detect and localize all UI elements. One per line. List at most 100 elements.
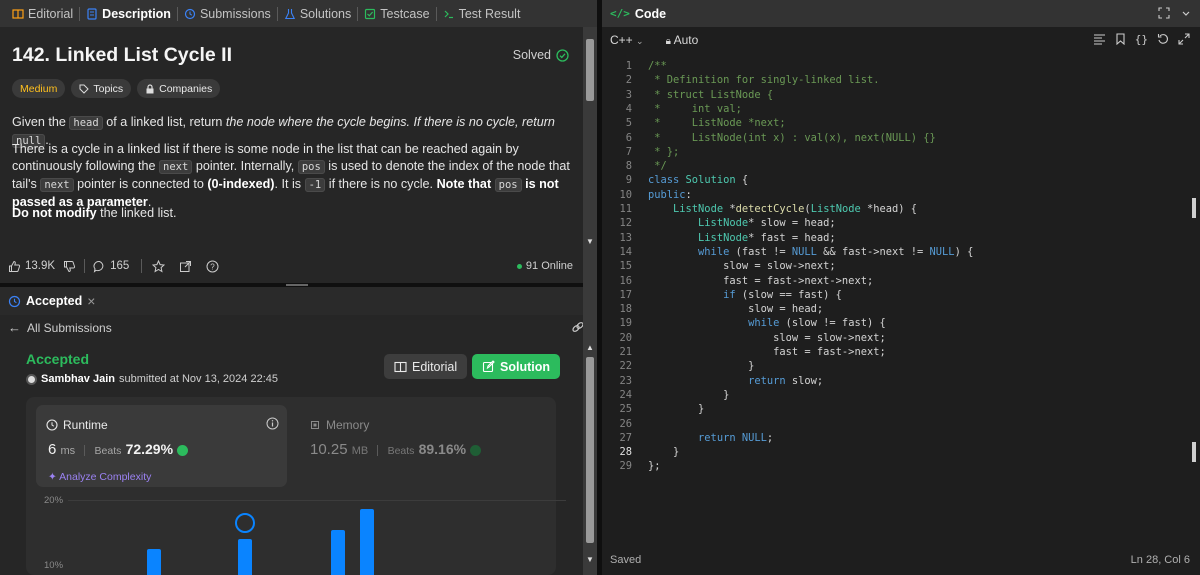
auto-mode[interactable]: 🔒︎ Auto xyxy=(666,33,699,47)
chip-icon xyxy=(311,421,319,429)
fullscreen-icon[interactable] xyxy=(1158,7,1170,19)
format-icon[interactable] xyxy=(1093,33,1106,45)
code-line[interactable]: 23 return slow; xyxy=(602,375,1200,389)
tab-editorial[interactable]: Editorial xyxy=(6,0,79,27)
editorial-button[interactable]: Editorial xyxy=(384,354,468,379)
code-line[interactable]: 8 */ xyxy=(602,160,1200,174)
code-line[interactable]: 12 ListNode* slow = head; xyxy=(602,217,1200,231)
distribution-bar[interactable] xyxy=(331,530,345,575)
tab-solutions[interactable]: Solutions xyxy=(278,0,357,27)
like-button[interactable]: 13.9K xyxy=(8,260,55,273)
topics-chip[interactable]: Topics xyxy=(71,79,132,98)
tab-test-result[interactable]: Test Result xyxy=(437,0,527,27)
axis-label-20: 20% xyxy=(44,495,64,506)
accepted-tab-label[interactable]: Accepted xyxy=(26,294,82,308)
code-line[interactable]: 28 } xyxy=(602,446,1200,460)
dislike-button[interactable] xyxy=(63,260,76,273)
scrollbar-thumb[interactable] xyxy=(586,39,594,101)
code-line[interactable]: 5 * ListNode *next; xyxy=(602,117,1200,131)
bold-text: (0-indexed) xyxy=(207,177,275,191)
mode-label: Auto xyxy=(673,33,699,47)
language-select[interactable]: C++ ⌄ xyxy=(610,33,644,47)
scroll-down-arrow[interactable]: ▼ xyxy=(586,237,594,246)
divider-grip[interactable] xyxy=(286,284,308,286)
line-number: 29 xyxy=(619,460,632,473)
code-line[interactable]: 24 } xyxy=(602,389,1200,403)
code-line[interactable]: 17 if (slow == fast) { xyxy=(602,289,1200,303)
code-line[interactable]: 18 slow = head; xyxy=(602,303,1200,317)
code-line[interactable]: 20 slow = slow->next; xyxy=(602,332,1200,346)
bold-text: Do not modify xyxy=(12,206,97,220)
reset-icon[interactable] xyxy=(1157,33,1169,45)
help-icon[interactable]: ? xyxy=(206,260,219,273)
code-line[interactable]: 1 /** xyxy=(602,60,1200,74)
close-icon[interactable]: × xyxy=(87,293,95,309)
distribution-bar[interactable] xyxy=(360,509,374,575)
code-line[interactable]: 9 class Solution { xyxy=(602,174,1200,188)
medal-icon xyxy=(177,444,189,456)
avatar[interactable] xyxy=(26,373,37,385)
left-tabbar: Editorial Description Submissions Soluti… xyxy=(0,0,597,27)
code-line[interactable]: 22 } xyxy=(602,360,1200,374)
companies-chip[interactable]: Companies xyxy=(137,79,221,98)
italic-text: the node where the cycle begins. If ther… xyxy=(225,115,555,129)
tab-submissions[interactable]: Submissions xyxy=(178,0,277,27)
runtime-panel[interactable]: Runtime 6 ms Beats 72.29% ✦ Analyze Comp… xyxy=(36,405,287,487)
arrow-left-icon: ← xyxy=(8,320,21,335)
difficulty-badge[interactable]: Medium xyxy=(12,79,66,98)
submission-tab-header: Accepted × xyxy=(0,287,583,315)
scrollbar-thumb[interactable] xyxy=(586,357,594,543)
collapse-icon[interactable] xyxy=(1180,7,1192,19)
code-line[interactable]: 26 xyxy=(602,418,1200,432)
code-text: ListNode *detectCycle(ListNode *head) { xyxy=(673,203,918,215)
code-line[interactable]: 19 while (slow != fast) { xyxy=(602,317,1200,331)
code-line[interactable]: 15 slow = slow->next; xyxy=(602,260,1200,274)
code-line[interactable]: 29}; xyxy=(602,460,1200,474)
code-text: slow = head; xyxy=(648,303,824,316)
code-text: */ xyxy=(648,160,667,173)
comment-icon xyxy=(93,260,104,273)
code-line[interactable]: 14 while (fast != NULL && fast->next != … xyxy=(602,246,1200,260)
share-icon[interactable] xyxy=(179,260,192,273)
line-number: 15 xyxy=(619,260,632,273)
your-position-marker[interactable] xyxy=(235,513,255,533)
code-line[interactable]: 25 } xyxy=(602,403,1200,417)
code-editor[interactable]: 1 /** 2 * Definition for singly-linked lis… xyxy=(602,55,1200,535)
stat-separator xyxy=(84,259,86,273)
code-line[interactable]: 11 ListNode *detectCycle(ListNode *head)… xyxy=(602,203,1200,217)
left-scrollbar[interactable]: ▼ ▲ ▼ xyxy=(583,27,597,575)
code-text: if (slow == fast) { xyxy=(723,288,842,301)
solution-button[interactable]: Solution xyxy=(472,354,560,379)
line-number: 27 xyxy=(619,431,632,444)
code-line[interactable]: 16 fast = fast->next->next; xyxy=(602,275,1200,289)
clock-icon xyxy=(46,419,58,431)
scroll-up-arrow[interactable]: ▲ xyxy=(586,343,594,352)
code-line[interactable]: 13 ListNode* fast = head; xyxy=(602,232,1200,246)
bookmark-icon[interactable] xyxy=(1115,33,1126,45)
analyze-complexity-link[interactable]: ✦ Analyze Complexity xyxy=(48,471,151,483)
code-text: ListNode* fast = head; xyxy=(698,231,836,244)
distribution-bar[interactable] xyxy=(147,549,161,575)
code-line[interactable]: 27 return NULL; xyxy=(602,432,1200,446)
code-line[interactable]: 2 * Definition for singly-linked list. xyxy=(602,74,1200,88)
scroll-down-arrow[interactable]: ▼ xyxy=(586,555,594,564)
tab-testcase[interactable]: Testcase xyxy=(358,0,435,27)
tab-description[interactable]: Description xyxy=(80,0,177,27)
memory-label: Memory xyxy=(326,418,370,432)
comments-button[interactable]: 165 xyxy=(93,260,129,273)
code-line[interactable]: 21 fast = fast->next; xyxy=(602,346,1200,360)
book-icon xyxy=(12,8,24,19)
info-icon[interactable] xyxy=(266,417,279,430)
code-line[interactable]: 3 * struct ListNode { xyxy=(602,89,1200,103)
comments-count: 165 xyxy=(110,260,130,272)
braces-icon[interactable]: {} xyxy=(1135,33,1148,46)
expand-icon[interactable] xyxy=(1178,33,1190,45)
code-line[interactable]: 10 public: xyxy=(602,189,1200,203)
code-line[interactable]: 4 * int val; xyxy=(602,103,1200,117)
code-line[interactable]: 7 * }; xyxy=(602,146,1200,160)
code-line[interactable]: 6 * ListNode(int x) : val(x), next(NULL)… xyxy=(602,132,1200,146)
distribution-bar[interactable] xyxy=(238,539,252,575)
all-submissions-link[interactable]: ← All Submissions xyxy=(8,320,112,335)
author-name[interactable]: Sambhav Jain xyxy=(41,373,115,385)
star-icon[interactable] xyxy=(152,259,166,273)
